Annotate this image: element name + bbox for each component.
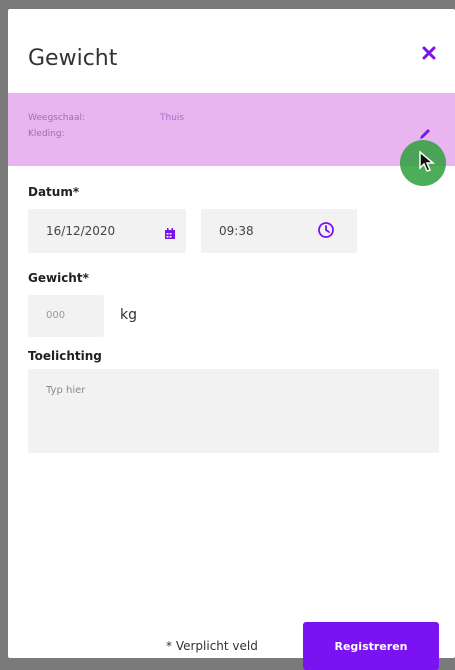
date-field[interactable]: 16/12/2020	[28, 209, 186, 253]
scale-value: Thuis	[160, 113, 185, 123]
date-value: 16/12/2020	[46, 224, 116, 238]
required-field-note: * Verplicht veld	[166, 639, 258, 653]
clothing-label: Kleding:	[28, 129, 65, 139]
note-label: Toelichting	[28, 349, 102, 363]
close-icon[interactable]	[419, 43, 439, 63]
clock-icon[interactable]	[317, 221, 335, 239]
scale-label: Weegschaal:	[28, 113, 86, 123]
weight-input[interactable]: 000	[28, 295, 104, 337]
weight-label: Gewicht*	[28, 271, 89, 285]
weight-placeholder: 000	[46, 310, 66, 321]
dialog-title: Gewicht	[28, 46, 118, 71]
mouse-pointer-icon	[418, 150, 436, 174]
date-label: Datum*	[28, 185, 80, 199]
time-value: 09:38	[219, 224, 254, 238]
scale-info-band	[8, 93, 455, 166]
note-textarea[interactable]: Typ hier	[28, 369, 439, 453]
weight-unit: kg	[120, 307, 137, 323]
time-field[interactable]: 09:38	[201, 209, 357, 253]
weight-dialog: Gewicht Weegschaal: Thuis Kleding: Datum…	[8, 9, 455, 670]
calendar-icon[interactable]	[164, 225, 176, 239]
register-button[interactable]: Registreren	[303, 622, 439, 670]
note-placeholder: Typ hier	[46, 385, 86, 396]
